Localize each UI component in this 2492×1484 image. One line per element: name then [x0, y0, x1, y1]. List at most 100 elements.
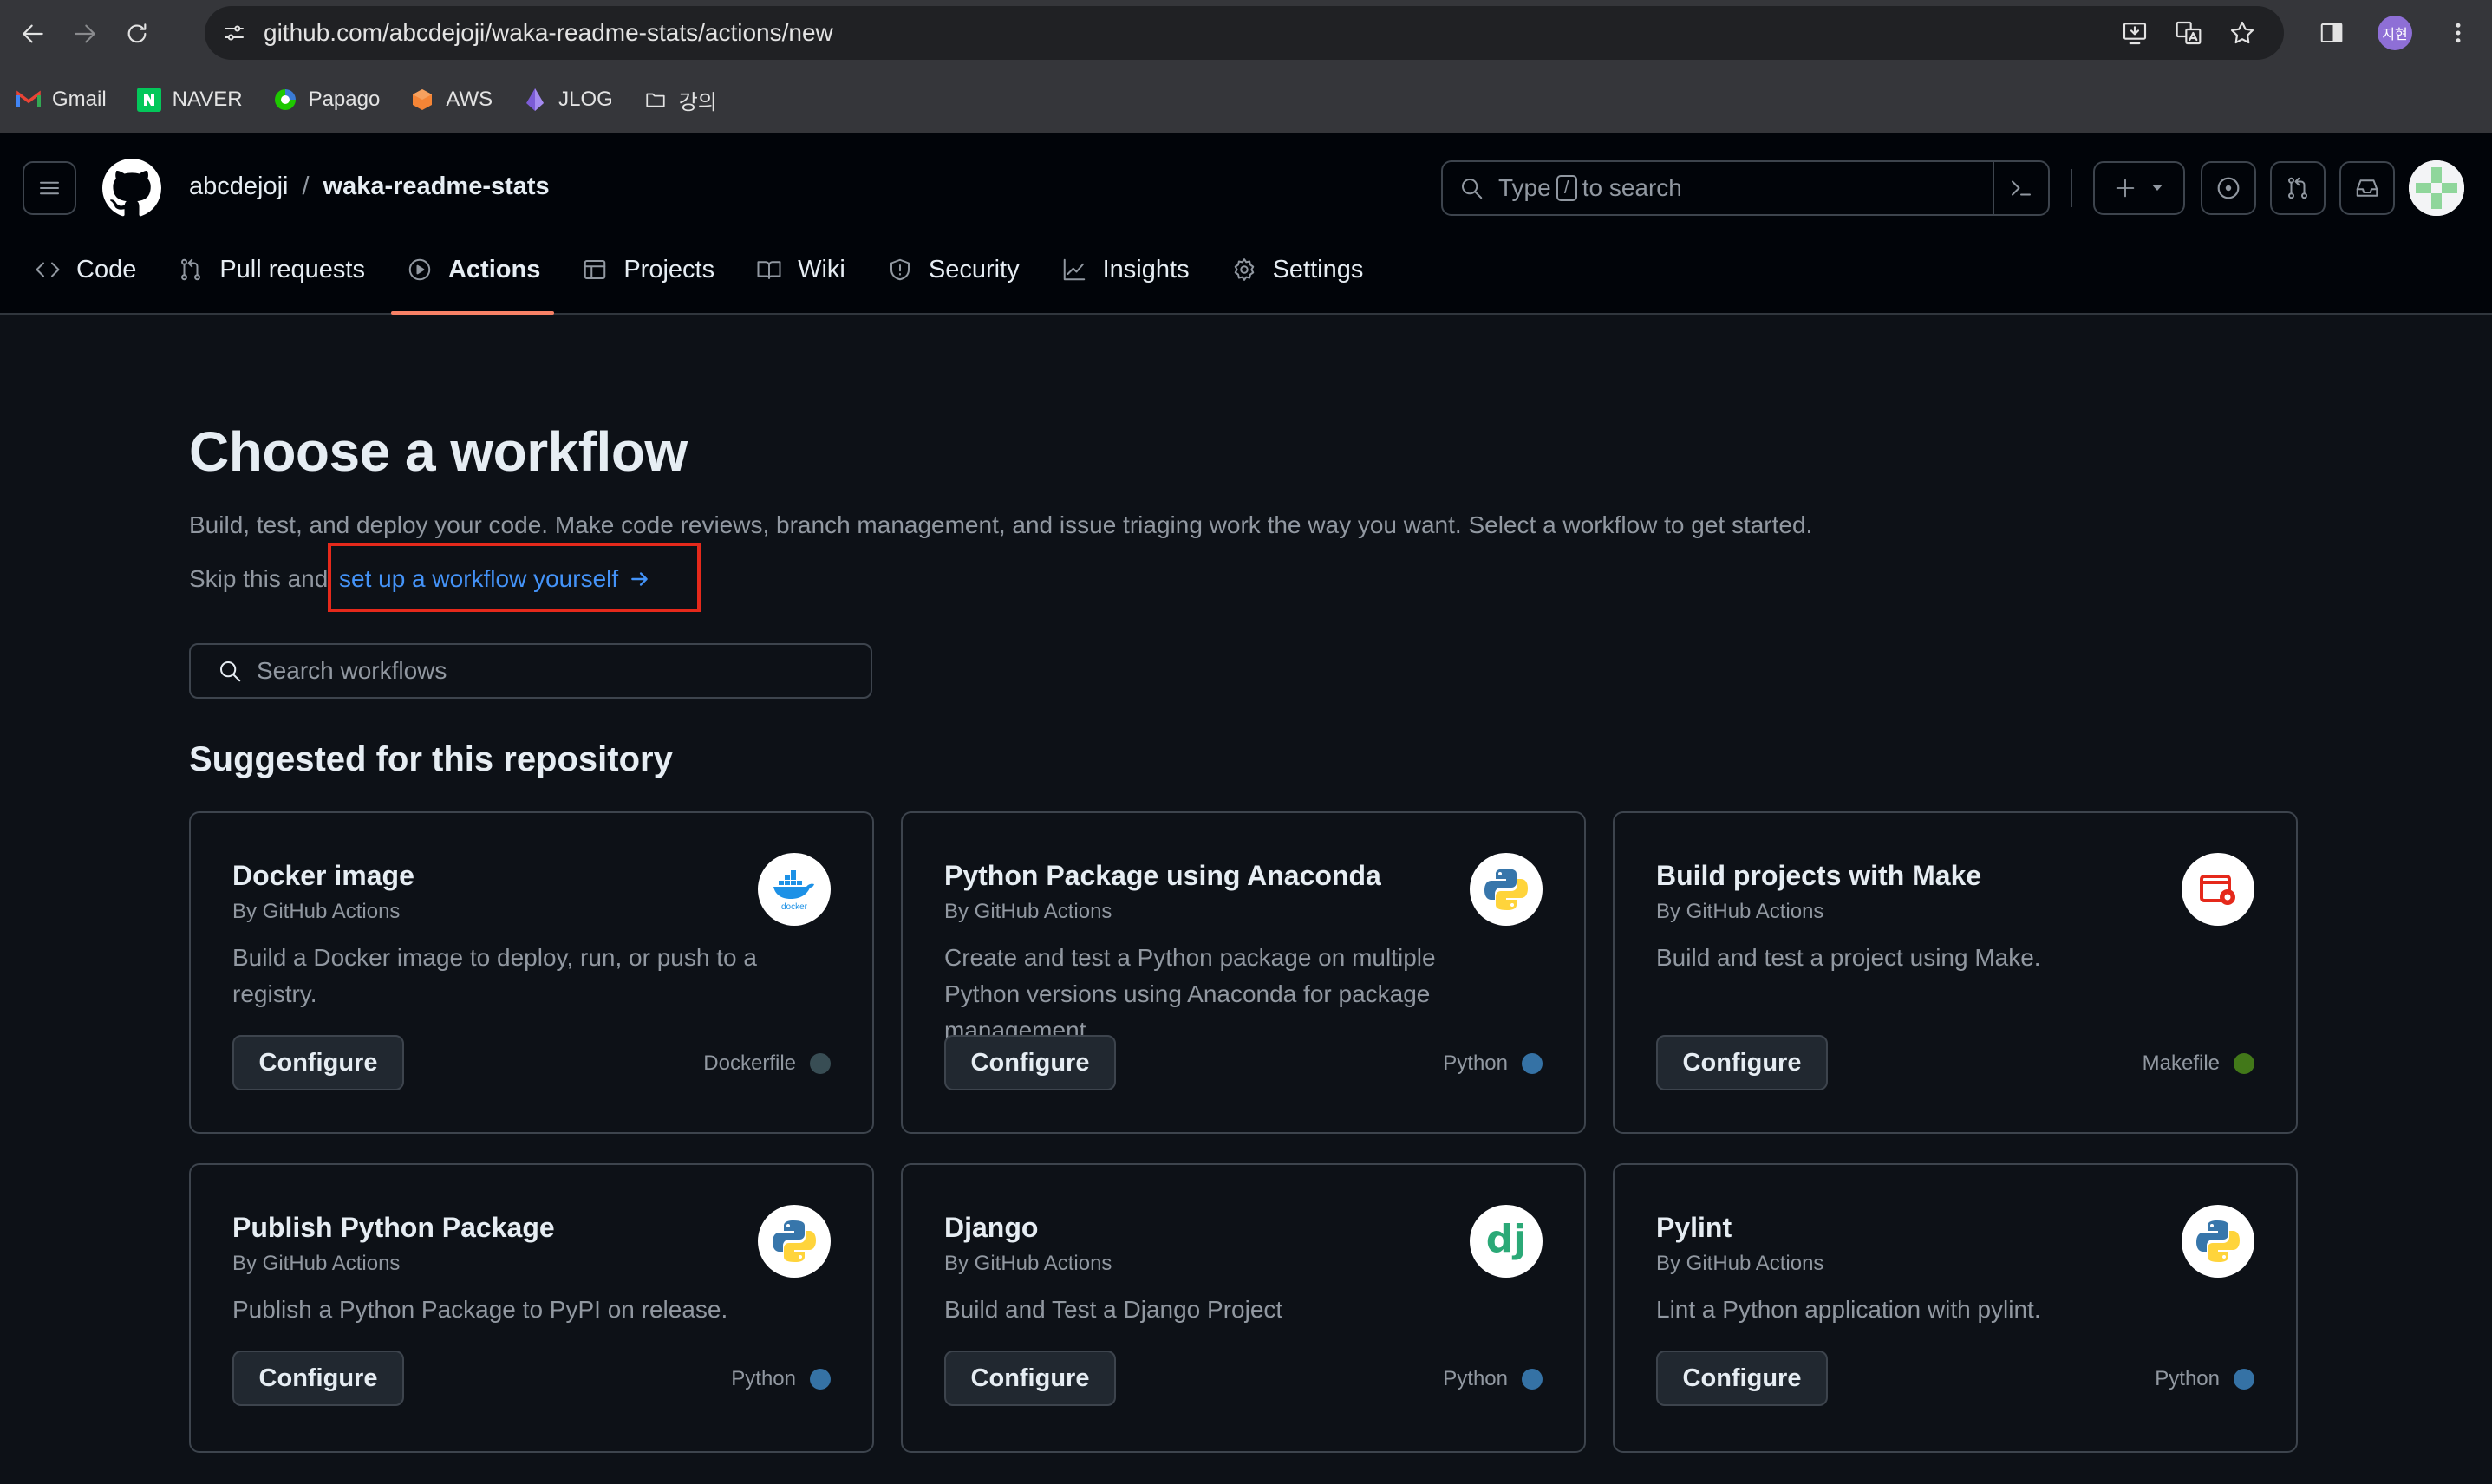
search-workflows-field[interactable] — [189, 643, 872, 699]
bookmark-papago[interactable]: Papago — [272, 87, 380, 113]
page-title: Choose a workflow — [189, 420, 688, 483]
issues-button[interactable] — [2201, 161, 2256, 215]
tab-actions[interactable]: Actions — [390, 244, 555, 315]
inbox-button[interactable] — [2339, 161, 2395, 215]
address-bar[interactable]: github.com/abcdejoji/waka-readme-stats/a… — [205, 6, 2284, 60]
bookmark-label: AWS — [446, 88, 493, 111]
configure-button[interactable]: Configure — [944, 1351, 1116, 1406]
command-palette-button[interactable] — [1993, 162, 2048, 214]
configure-button[interactable]: Configure — [1656, 1351, 1828, 1406]
shield-icon — [885, 255, 915, 284]
header-divider — [2071, 169, 2072, 207]
tab-label: Security — [928, 255, 1020, 283]
card-description: Lint a Python application with pylint. — [1656, 1296, 2041, 1323]
configure-button[interactable]: Configure — [232, 1351, 404, 1406]
language-color-dot — [1522, 1053, 1543, 1074]
install-app-icon[interactable] — [2117, 16, 2152, 50]
side-panel-icon[interactable] — [2312, 13, 2352, 53]
language-name: Python — [1443, 1051, 1508, 1075]
page-description: Build, test, and deploy your code. Make … — [189, 511, 1813, 538]
card-description: Create and test a Python package on mult… — [944, 944, 1436, 1044]
create-new-button[interactable] — [2093, 161, 2185, 215]
site-info-icon[interactable] — [217, 16, 251, 50]
browser-toolbar: github.com/abcdejoji/waka-readme-stats/a… — [0, 0, 2492, 67]
terminal-icon — [2012, 180, 2031, 196]
back-icon[interactable] — [14, 15, 52, 53]
repo-name-link[interactable]: waka-readme-stats — [323, 172, 550, 201]
tab-settings[interactable]: Settings — [1216, 244, 1378, 296]
forward-icon[interactable] — [66, 15, 104, 53]
language-name: Dockerfile — [703, 1051, 796, 1075]
tab-pull-requests[interactable]: Pull requests — [162, 244, 379, 296]
language-color-dot — [2234, 1369, 2254, 1390]
tab-insights[interactable]: Insights — [1046, 244, 1204, 296]
tab-wiki[interactable]: Wiki — [740, 244, 859, 296]
django-logo-icon: dj — [1470, 1205, 1543, 1278]
card-author: By GitHub Actions — [232, 1252, 401, 1275]
aws-icon — [409, 87, 435, 113]
user-avatar[interactable] — [2409, 160, 2464, 216]
jlog-icon — [522, 87, 548, 113]
card-author: By GitHub Actions — [1656, 1252, 1824, 1275]
folder-icon — [643, 87, 669, 113]
section-title: Suggested for this repository — [189, 740, 673, 778]
bookmark-label: NAVER — [172, 88, 243, 111]
annotation-highlight-box — [328, 543, 701, 612]
profile-avatar[interactable]: 지현 — [2378, 16, 2412, 50]
browser-menu-icon[interactable] — [2438, 13, 2478, 53]
configure-button[interactable]: Configure — [1656, 1035, 1828, 1090]
git-pull-request-icon — [176, 255, 205, 284]
workflow-card-docker-image: Docker image By GitHub Actions Build a D… — [189, 811, 874, 1134]
bookmark-naver[interactable]: NAVER — [136, 87, 243, 113]
bookmark-folder[interactable]: 강의 — [643, 85, 717, 115]
repo-owner-link[interactable]: abcdejoji — [189, 172, 288, 201]
bookmark-aws[interactable]: AWS — [409, 87, 493, 113]
bookmark-label: JLOG — [558, 88, 613, 111]
tab-label: Settings — [1272, 255, 1364, 283]
language-label: Python — [1443, 1051, 1543, 1076]
language-name: Python — [2155, 1367, 2220, 1390]
language-name: Makefile — [2142, 1051, 2220, 1075]
language-color-dot — [810, 1053, 831, 1074]
language-color-dot — [810, 1369, 831, 1390]
workflow-card-build-with-make: Build projects with Make By GitHub Actio… — [1613, 811, 2298, 1134]
tab-label: Code — [76, 255, 137, 283]
bookmark-star-icon[interactable] — [2225, 16, 2260, 50]
github-header: abcdejoji / waka-readme-stats Type / to … — [0, 133, 2492, 315]
card-author: By GitHub Actions — [232, 900, 401, 923]
pull-requests-button[interactable] — [2270, 161, 2326, 215]
global-search-input[interactable]: Type / to search — [1441, 160, 2050, 216]
language-label: Python — [1443, 1367, 1543, 1391]
make-logo-icon — [2182, 853, 2254, 926]
python-logo-icon — [2182, 1205, 2254, 1278]
tab-projects[interactable]: Projects — [566, 244, 728, 296]
language-color-dot — [2234, 1053, 2254, 1074]
search-workflows-input[interactable] — [257, 657, 846, 685]
tab-code[interactable]: Code — [19, 244, 150, 296]
docker-logo-icon: docker — [758, 853, 831, 926]
docker-logo-text: docker — [781, 902, 808, 912]
card-title: Publish Python Package — [232, 1212, 555, 1243]
django-logo-text: dj — [1485, 1216, 1527, 1261]
card-author: By GitHub Actions — [944, 900, 1112, 923]
menu-icon — [40, 181, 59, 195]
card-title: Pylint — [1656, 1212, 1732, 1243]
tab-label: Projects — [623, 255, 715, 283]
github-logo-icon[interactable] — [102, 159, 161, 218]
configure-button[interactable]: Configure — [944, 1035, 1116, 1090]
triangle-down-icon — [2152, 186, 2163, 191]
search-placeholder-suffix: to search — [1582, 174, 1682, 201]
url-text[interactable]: github.com/abcdejoji/waka-readme-stats/a… — [264, 19, 833, 47]
card-author: By GitHub Actions — [944, 1252, 1112, 1275]
search-icon — [215, 656, 245, 686]
issue-opened-icon — [2217, 177, 2240, 199]
git-pull-request-icon — [2288, 177, 2307, 199]
bookmark-jlog[interactable]: JLOG — [522, 87, 613, 113]
reload-icon[interactable] — [118, 15, 156, 53]
bookmark-gmail[interactable]: Gmail — [16, 87, 107, 113]
search-placeholder: Type / to search — [1498, 174, 1682, 202]
hamburger-menu-button[interactable] — [23, 161, 76, 215]
tab-security[interactable]: Security — [871, 244, 1034, 296]
translate-icon[interactable] — [2171, 16, 2206, 50]
configure-button[interactable]: Configure — [232, 1035, 404, 1090]
